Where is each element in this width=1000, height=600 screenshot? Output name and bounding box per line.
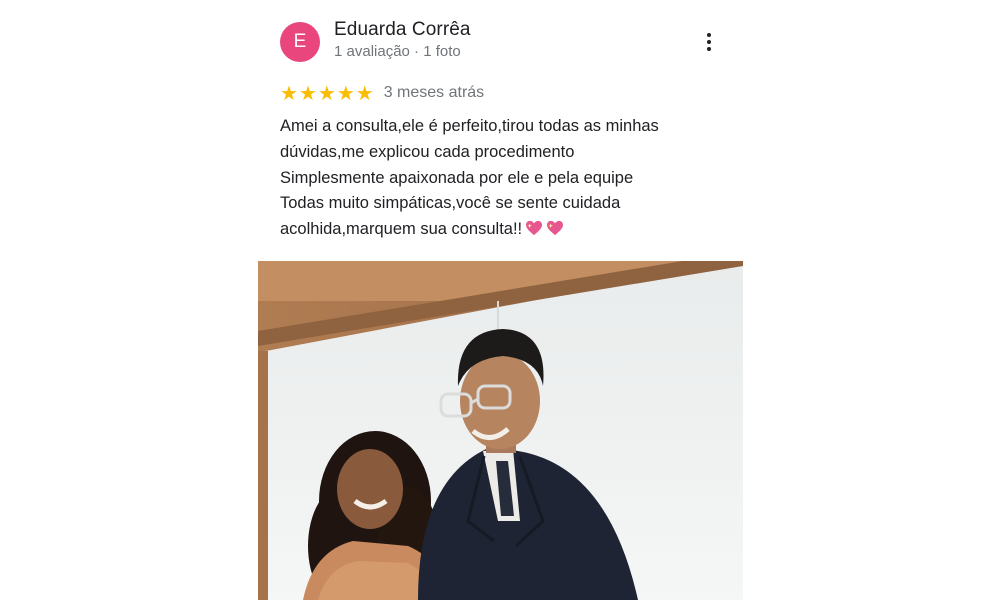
review-date: 3 meses atrás <box>383 84 485 101</box>
author-avatar[interactable]: E <box>280 22 320 62</box>
more-vert-icon <box>707 33 711 37</box>
star-icon: ★ <box>280 81 298 105</box>
more-options-button[interactable] <box>698 30 720 54</box>
sparkling-heart-icon <box>526 221 543 236</box>
review-text: Amei a consulta,ele é perfeito,tirou tod… <box>280 114 725 243</box>
more-vert-dot <box>707 47 711 51</box>
rating-row: ★ ★ ★ ★ ★ 3 meses atrás <box>280 83 484 103</box>
review-photo[interactable] <box>258 261 743 600</box>
review-line: Simplesmente apaixonada por ele e pela e… <box>280 168 634 187</box>
review-line-last: acolhida,marquem sua consulta!! <box>280 217 725 243</box>
review-card: E Eduarda Corrêa 1 avaliação · 1 foto ★ … <box>258 0 743 600</box>
review-line: Amei a consulta,ele é perfeito,tirou tod… <box>280 117 659 135</box>
review-photo-image <box>258 261 743 600</box>
star-icon: ★ <box>317 81 336 105</box>
more-vert-dot <box>707 40 711 44</box>
review-line: dúvidas,me explicou cada procedimento <box>280 142 575 161</box>
sparkling-heart-icon <box>547 221 564 236</box>
avatar-initial: E <box>293 31 307 52</box>
review-line: Todas muito simpáticas,você se sente cui… <box>280 194 621 213</box>
author-name[interactable]: Eduarda Corrêa <box>334 19 471 41</box>
review-line-text: acolhida,marquem sua consulta!! <box>280 220 523 239</box>
star-rating: ★ ★ ★ ★ ★ <box>280 83 374 103</box>
star-icon: ★ <box>336 81 355 105</box>
star-icon: ★ <box>298 81 317 105</box>
star-icon: ★ <box>355 81 374 105</box>
author-meta: 1 avaliação · 1 foto <box>334 43 461 60</box>
